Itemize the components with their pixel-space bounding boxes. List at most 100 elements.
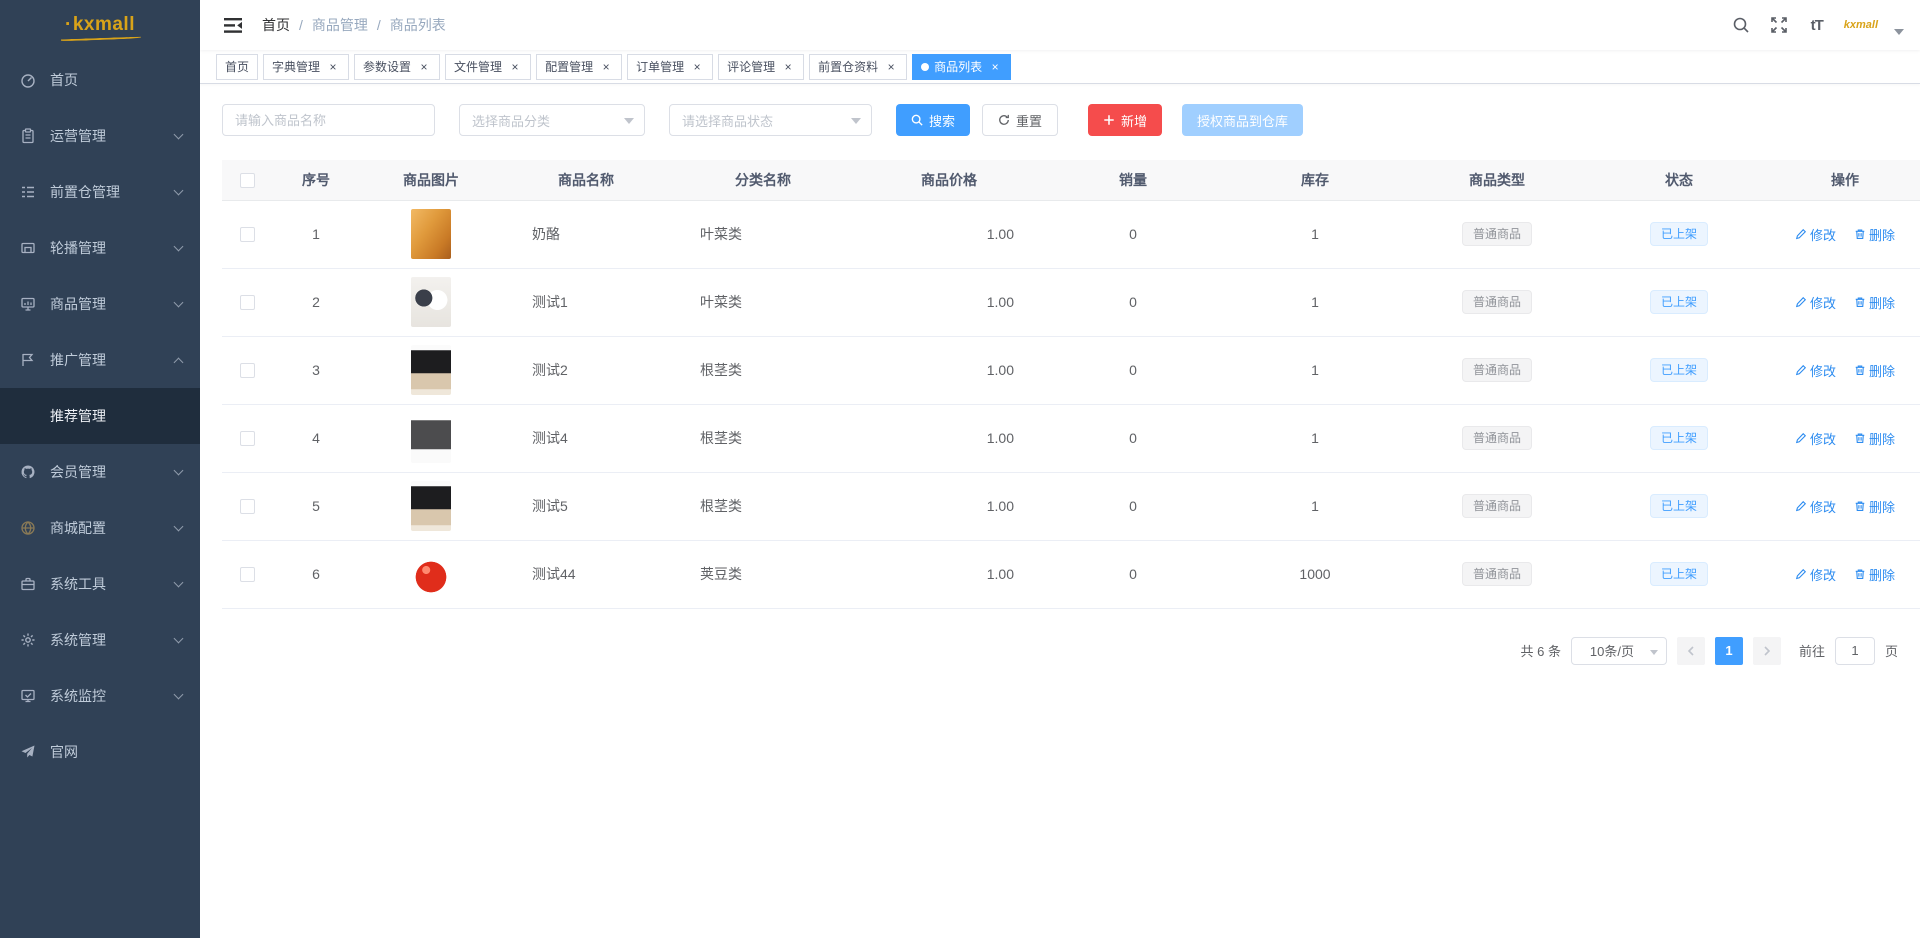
reset-button[interactable]: 重置: [982, 104, 1058, 136]
tab[interactable]: 评论管理: [718, 54, 804, 80]
user-dropdown-caret-icon[interactable]: [1894, 29, 1904, 35]
tab[interactable]: 参数设置: [354, 54, 440, 80]
cell-goods-name: 测试2: [502, 336, 670, 404]
cell-price: 1.00: [856, 200, 1042, 268]
user-avatar[interactable]: kxmall: [1844, 19, 1878, 31]
tab-close-icon[interactable]: [988, 60, 1002, 74]
edit-button[interactable]: 修改: [1795, 497, 1836, 516]
cell-stock: 1000: [1224, 540, 1406, 608]
status-tag[interactable]: 已上架: [1650, 358, 1708, 382]
cell-index: 4: [272, 404, 360, 472]
edit-button[interactable]: 修改: [1795, 225, 1836, 244]
breadcrumb-separator: /: [299, 17, 303, 33]
sidebar-item-operations[interactable]: 运营管理: [0, 108, 200, 164]
delete-button[interactable]: 删除: [1854, 497, 1895, 516]
add-button[interactable]: 新增: [1088, 104, 1162, 136]
edit-button[interactable]: 修改: [1795, 293, 1836, 312]
delete-button[interactable]: 删除: [1854, 361, 1895, 380]
product-image: [411, 209, 451, 259]
prev-page-button[interactable]: [1677, 637, 1705, 665]
tab-close-icon[interactable]: [884, 60, 898, 74]
cell-category: 根茎类: [670, 404, 856, 472]
goods-status-select[interactable]: 请选择商品状态: [669, 104, 872, 136]
goto-page-input[interactable]: [1835, 637, 1875, 665]
briefcase-icon: [20, 576, 36, 592]
fullscreen-icon[interactable]: [1768, 14, 1790, 36]
tab[interactable]: 配置管理: [536, 54, 622, 80]
cell-sales: 0: [1042, 404, 1224, 472]
chevron-down-icon: [174, 577, 184, 587]
select-all-checkbox[interactable]: [240, 173, 255, 188]
cell-sales: 0: [1042, 540, 1224, 608]
breadcrumb-separator: /: [377, 17, 381, 33]
sidebar-item-home[interactable]: 首页: [0, 52, 200, 108]
row-checkbox[interactable]: [240, 363, 255, 378]
tab[interactable]: 文件管理: [445, 54, 531, 80]
delete-button[interactable]: 删除: [1854, 565, 1895, 584]
goods-category-select[interactable]: 选择商品分类: [459, 104, 645, 136]
authorize-to-warehouse-button[interactable]: 授权商品到仓库: [1182, 104, 1303, 136]
col-header-category: 分类名称: [670, 160, 856, 200]
product-type-tag: 普通商品: [1462, 494, 1532, 518]
edit-button[interactable]: 修改: [1795, 361, 1836, 380]
status-tag[interactable]: 已上架: [1650, 426, 1708, 450]
breadcrumb-home[interactable]: 首页: [262, 15, 290, 35]
sidebar-item-forward-warehouse[interactable]: 前置仓管理: [0, 164, 200, 220]
search-button[interactable]: 搜索: [896, 104, 970, 136]
sidebar-item-promotion[interactable]: 推广管理: [0, 332, 200, 388]
edit-button[interactable]: 修改: [1795, 429, 1836, 448]
next-page-button[interactable]: [1753, 637, 1781, 665]
page-size-select[interactable]: 10条/页: [1571, 637, 1667, 665]
breadcrumb-goods-management[interactable]: 商品管理: [312, 15, 368, 35]
sidebar-item-official-site[interactable]: 官网: [0, 724, 200, 780]
sidebar-item-goods[interactable]: 商品管理: [0, 276, 200, 332]
chevron-down-icon: [174, 689, 184, 699]
tab[interactable]: 前置仓资料: [809, 54, 907, 80]
chevron-down-icon: [174, 297, 184, 307]
sidebar-item-system-monitor[interactable]: 系统监控: [0, 668, 200, 724]
tab-close-icon[interactable]: [781, 60, 795, 74]
promotion-icon: [20, 352, 36, 368]
search-icon[interactable]: [1730, 14, 1752, 36]
sidebar-item-system-tools[interactable]: 系统工具: [0, 556, 200, 612]
edit-button[interactable]: 修改: [1795, 565, 1836, 584]
cell-index: 5: [272, 472, 360, 540]
sidebar-toggle-icon[interactable]: [216, 7, 252, 43]
tab-close-icon[interactable]: [508, 60, 522, 74]
delete-button[interactable]: 删除: [1854, 429, 1895, 448]
row-checkbox[interactable]: [240, 567, 255, 582]
font-size-icon[interactable]: tT: [1806, 14, 1828, 36]
tab-close-icon[interactable]: [417, 60, 431, 74]
tab[interactable]: 商品列表: [912, 54, 1011, 80]
sidebar-item-system-admin[interactable]: 系统管理: [0, 612, 200, 668]
status-tag[interactable]: 已上架: [1650, 222, 1708, 246]
row-checkbox[interactable]: [240, 295, 255, 310]
status-tag[interactable]: 已上架: [1650, 290, 1708, 314]
cell-goods-name: 测试44: [502, 540, 670, 608]
cell-category: 根茎类: [670, 336, 856, 404]
tab-label: 评论管理: [727, 58, 775, 75]
sidebar-item-mall-config[interactable]: 商城配置: [0, 500, 200, 556]
status-tag[interactable]: 已上架: [1650, 562, 1708, 586]
app-logo[interactable]: kxmall: [0, 0, 200, 50]
row-checkbox[interactable]: [240, 227, 255, 242]
goods-name-input[interactable]: [222, 104, 435, 136]
chevron-down-icon: [174, 465, 184, 475]
status-tag[interactable]: 已上架: [1650, 494, 1708, 518]
dashboard-icon: [20, 72, 36, 88]
tab[interactable]: 订单管理: [627, 54, 713, 80]
row-checkbox[interactable]: [240, 499, 255, 514]
sidebar-item-members[interactable]: 会员管理: [0, 444, 200, 500]
page-number-button[interactable]: 1: [1715, 637, 1743, 665]
row-checkbox[interactable]: [240, 431, 255, 446]
tab-close-icon[interactable]: [599, 60, 613, 74]
tab-close-icon[interactable]: [690, 60, 704, 74]
sidebar-subitem-recommend[interactable]: 推荐管理: [0, 388, 200, 444]
delete-button[interactable]: 删除: [1854, 293, 1895, 312]
sidebar-item-carousel[interactable]: 轮播管理: [0, 220, 200, 276]
product-type-tag: 普通商品: [1462, 426, 1532, 450]
delete-button[interactable]: 删除: [1854, 225, 1895, 244]
tab-close-icon[interactable]: [326, 60, 340, 74]
tab[interactable]: 字典管理: [263, 54, 349, 80]
tab[interactable]: 首页: [216, 54, 258, 80]
